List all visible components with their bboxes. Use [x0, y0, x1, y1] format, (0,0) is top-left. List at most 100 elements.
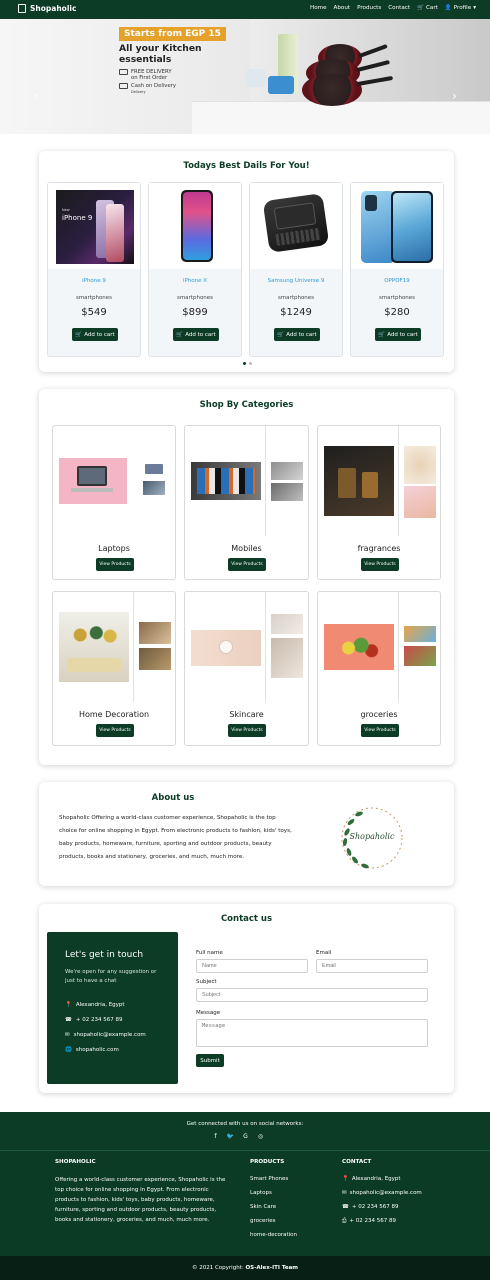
brand-logo[interactable]: Shopaholic: [18, 4, 76, 13]
cream-jar: [219, 640, 233, 654]
product-card[interactable]: New iPhone 9 iPhone 9 smartphones $549 🛒…: [47, 182, 141, 357]
hero-banner[interactable]: ‹ › Starts from EGP 15 All your Kitchen …: [0, 19, 490, 134]
add-to-cart-button[interactable]: 🛒 Add to cart: [274, 328, 320, 341]
about-title: About us: [151, 793, 195, 803]
product-image-oppo-back: [361, 191, 395, 263]
hero-badge: Starts from EGP 15: [119, 27, 226, 41]
footer-link[interactable]: home-decoration: [250, 1232, 297, 1238]
copyright-team[interactable]: OS-Alex-ITI Team: [245, 1265, 298, 1271]
footer-link[interactable]: groceries: [250, 1218, 297, 1224]
view-products-button[interactable]: View Products: [96, 558, 134, 571]
product-card[interactable]: OPPOF19 smartphones $280 🛒 Add to cart: [350, 182, 444, 357]
scale-image: [246, 69, 266, 87]
add-to-cart-button[interactable]: 🛒 Add to cart: [72, 328, 118, 341]
add-to-cart-button[interactable]: 🛒 Add to cart: [375, 328, 421, 341]
product-price: $549: [81, 307, 107, 318]
card-divider: [398, 592, 399, 702]
product-image-frame: [149, 183, 241, 269]
home-thumb-1: [139, 622, 171, 644]
category-card[interactable]: Laptops View Products: [52, 425, 176, 580]
nav-profile-label: Profile: [453, 5, 472, 11]
location-icon: 📍: [65, 1002, 72, 1008]
contact-website[interactable]: 🌐 shopaholic.com: [65, 1047, 119, 1053]
cart-icon: 🛒: [277, 331, 285, 338]
footer-link[interactable]: Laptops: [250, 1190, 297, 1196]
groceries-thumb-2: [404, 646, 436, 666]
contact-email[interactable]: ✉ shopaholic@example.com: [65, 1032, 146, 1038]
subject-input[interactable]: [196, 988, 428, 1002]
view-products-button[interactable]: View Products: [361, 558, 399, 571]
add-to-cart-button[interactable]: 🛒 Add to cart: [173, 328, 219, 341]
laptop-thumb-1: [145, 464, 163, 474]
instagram-icon[interactable]: ◎: [256, 1132, 265, 1141]
facebook-icon[interactable]: f: [211, 1132, 220, 1141]
feature-cash: Cash on Delivery: [131, 83, 177, 89]
footer-col2-title: PRODUCTS: [250, 1159, 285, 1165]
footer-address: 📍 Alexandria, Egypt: [342, 1176, 422, 1182]
email-input[interactable]: [316, 959, 428, 973]
about-text: Shopaholic Offering a world-class custom…: [59, 815, 292, 860]
skincare-main-image: [191, 630, 261, 666]
card-divider: [265, 592, 266, 702]
product-category: smartphones: [176, 295, 214, 301]
carousel-next-icon[interactable]: ›: [452, 89, 457, 103]
mobiles-thumb-2: [271, 483, 303, 501]
footer-address-text: Alexandria, Egypt: [351, 1176, 401, 1182]
footer-link[interactable]: Skin Care: [250, 1204, 297, 1210]
subject-label: Subject: [196, 979, 217, 985]
view-products-button[interactable]: View Products: [361, 724, 399, 737]
groceries-main-image: [324, 624, 394, 670]
fruits: [338, 634, 380, 662]
phone-screen: [393, 193, 431, 261]
nav-profile[interactable]: 👤 Profile ▾: [445, 5, 476, 11]
product-card[interactable]: iPhone X smartphones $899 🛒 Add to cart: [148, 182, 242, 357]
nav-home[interactable]: Home: [310, 5, 327, 11]
product-name[interactable]: OPPOF19: [351, 278, 443, 284]
category-card[interactable]: Skincare View Products: [184, 591, 309, 746]
category-card[interactable]: groceries View Products: [317, 591, 441, 746]
navbar: Shopaholic Home About Products Contact 🛒…: [0, 0, 490, 19]
contact-info-box: Let's get in touch We're open for any su…: [47, 932, 178, 1084]
contact-address-text: Alexandria, Egypt: [75, 1002, 125, 1008]
category-card[interactable]: Home Decoration View Products: [52, 591, 176, 746]
product-card[interactable]: Samsung Universe 9 smartphones $1249 🛒 Ad…: [249, 182, 343, 357]
mobiles-main-image: [191, 462, 261, 500]
nav-cart[interactable]: 🛒 Cart: [417, 5, 438, 11]
product-name[interactable]: iPhone X: [149, 278, 241, 284]
nav-about[interactable]: About: [334, 5, 351, 11]
footer-email[interactable]: ✉ shopaholic@example.com: [342, 1190, 422, 1196]
hero-headline: All your Kitchen essentials: [119, 43, 202, 65]
carousel-dot[interactable]: [243, 362, 246, 365]
full-name-input[interactable]: [196, 959, 308, 973]
google-icon[interactable]: G: [241, 1132, 250, 1141]
social-icons: f 🐦 G ◎: [211, 1132, 265, 1141]
product-name[interactable]: Samsung Universe 9: [250, 278, 342, 284]
view-products-button[interactable]: View Products: [228, 558, 266, 571]
submit-button[interactable]: Submit: [196, 1054, 224, 1067]
view-products-button[interactable]: View Products: [96, 724, 134, 737]
hero-counter: [192, 101, 490, 134]
carousel-dot[interactable]: [249, 362, 252, 365]
full-name-label: Full name: [196, 950, 223, 956]
groceries-thumb-1: [404, 626, 436, 642]
phone-icon: ☎: [65, 1017, 72, 1023]
footer-phone-2-text: + 02 234 567 89: [349, 1218, 397, 1224]
carousel-prev-icon[interactable]: ‹: [34, 89, 39, 103]
twitter-icon[interactable]: 🐦: [226, 1132, 235, 1141]
phone-screen: [183, 192, 211, 260]
product-image-iphonex: [181, 190, 213, 262]
category-card[interactable]: fragrances View Products: [317, 425, 441, 580]
nav-products[interactable]: Products: [357, 5, 381, 11]
product-name[interactable]: iPhone 9: [48, 278, 140, 284]
envelope-icon: ✉: [342, 1190, 347, 1196]
contact-box-subtitle: We're open for any suggestion or just to…: [65, 969, 157, 984]
camera-module: [365, 195, 377, 211]
feature-first-order: on First Order: [131, 75, 168, 81]
nav-links: Home About Products Contact 🛒 Cart 👤 Profi…: [310, 5, 476, 11]
category-card[interactable]: Mobiles View Products: [184, 425, 309, 580]
footer-link[interactable]: Smart Phones: [250, 1176, 297, 1182]
cash-icon: [119, 83, 128, 89]
view-products-button[interactable]: View Products: [228, 724, 266, 737]
message-textarea[interactable]: [196, 1019, 428, 1047]
nav-contact[interactable]: Contact: [388, 5, 410, 11]
